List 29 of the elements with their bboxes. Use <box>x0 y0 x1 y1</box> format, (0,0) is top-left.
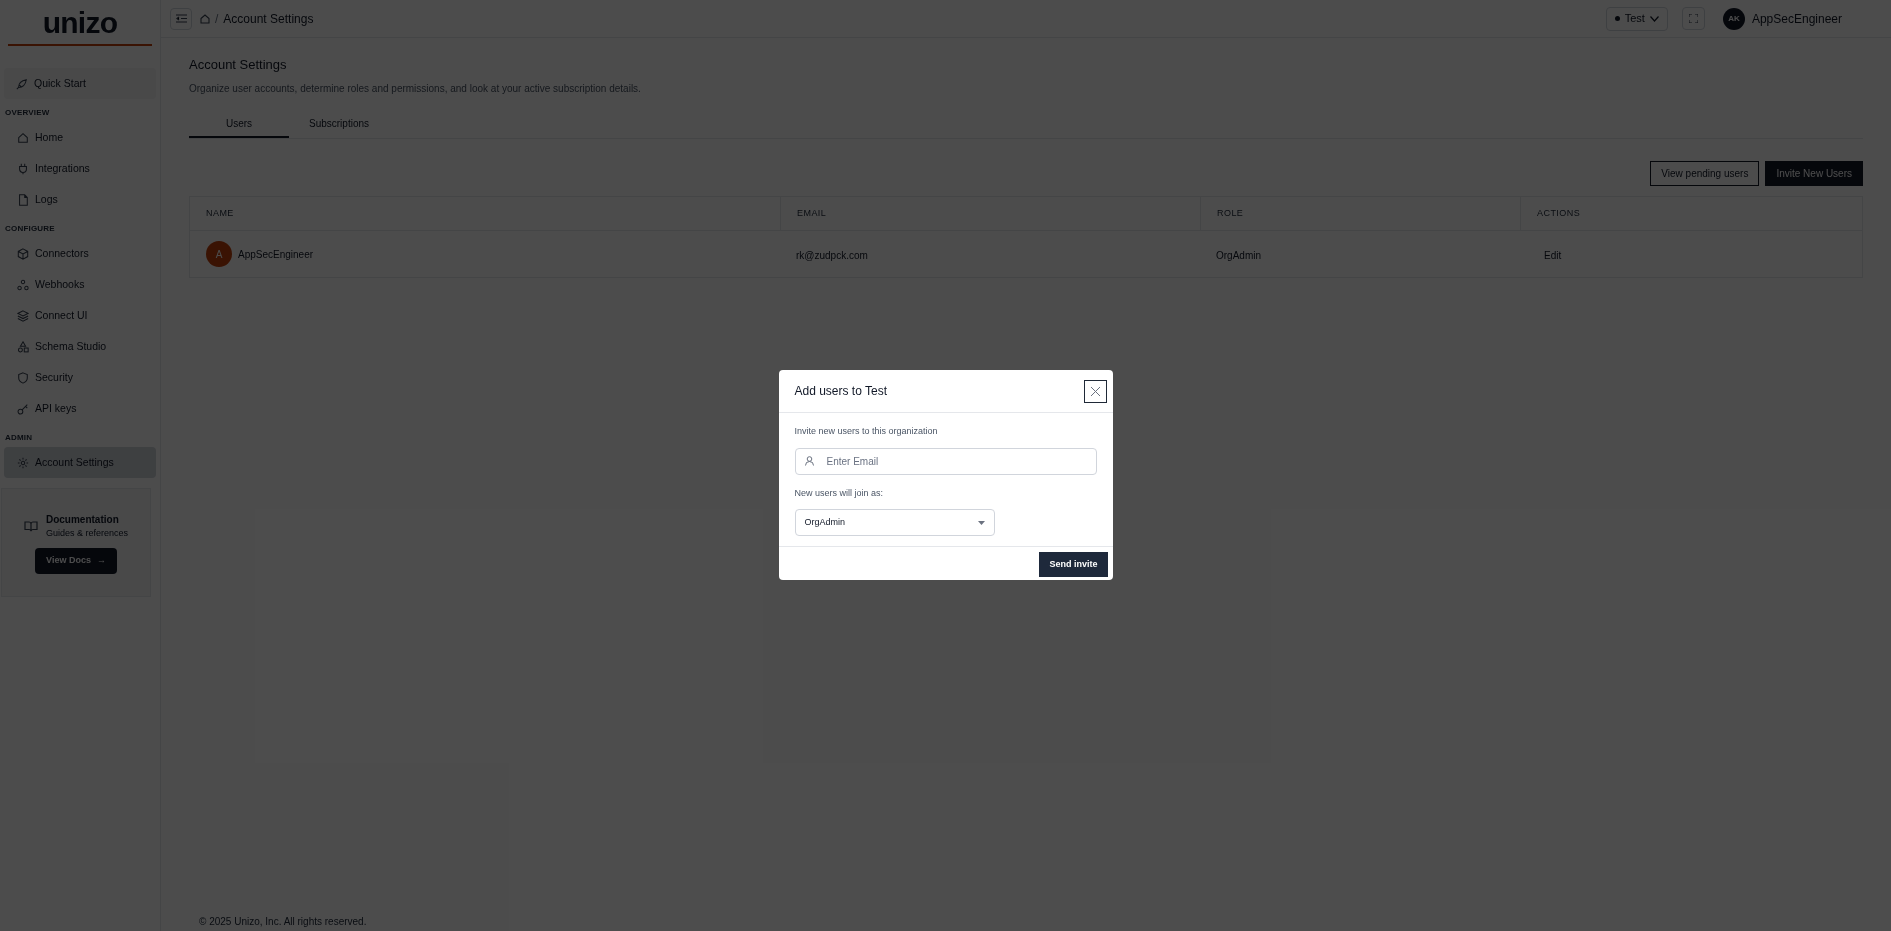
caret-icon <box>977 520 985 525</box>
send-invite-button[interactable]: Send invite <box>1039 552 1108 577</box>
column-header: ACTIONS <box>1536 206 1582 220</box>
section-heading: ADMIN <box>4 432 34 444</box>
column-header: NAME <box>205 206 235 220</box>
section-heading: OVERVIEW <box>4 107 51 119</box>
arrow-icon: → <box>96 554 106 568</box>
dialog-title: Add users to Test <box>794 383 887 400</box>
card-title: Documentation <box>45 512 120 527</box>
tab[interactable]: Subscriptions <box>289 111 389 138</box>
table-cell: rk@zudpck.com <box>796 250 868 261</box>
card-subtitle: Guides & references <box>45 526 128 540</box>
logo: unizo <box>42 8 118 38</box>
edit-link[interactable]: Edit <box>1544 248 1562 263</box>
email-field[interactable]: Enter Email <box>794 447 1097 475</box>
column-header: EMAIL <box>796 206 828 220</box>
breadcrumb-separator: / <box>215 10 219 28</box>
copyright-text: © 2025 Unizo, Inc. All rights reserved. <box>198 915 368 929</box>
table-cell: OrgAdmin <box>1216 250 1261 261</box>
field-label: Invite new users to this organization <box>794 425 939 438</box>
close-button[interactable] <box>1083 379 1107 403</box>
user-icon <box>804 455 814 466</box>
role-dropdown[interactable]: OrgAdmin <box>794 509 995 536</box>
table-cell-text: AppSecEngineer <box>238 247 314 262</box>
page-title: Account Settings <box>189 57 288 73</box>
close-icon <box>1090 386 1100 396</box>
section-heading: CONFIGURE <box>4 223 56 235</box>
column-header: ROLE <box>1216 206 1245 220</box>
field-label: New users will join as: <box>794 486 885 500</box>
